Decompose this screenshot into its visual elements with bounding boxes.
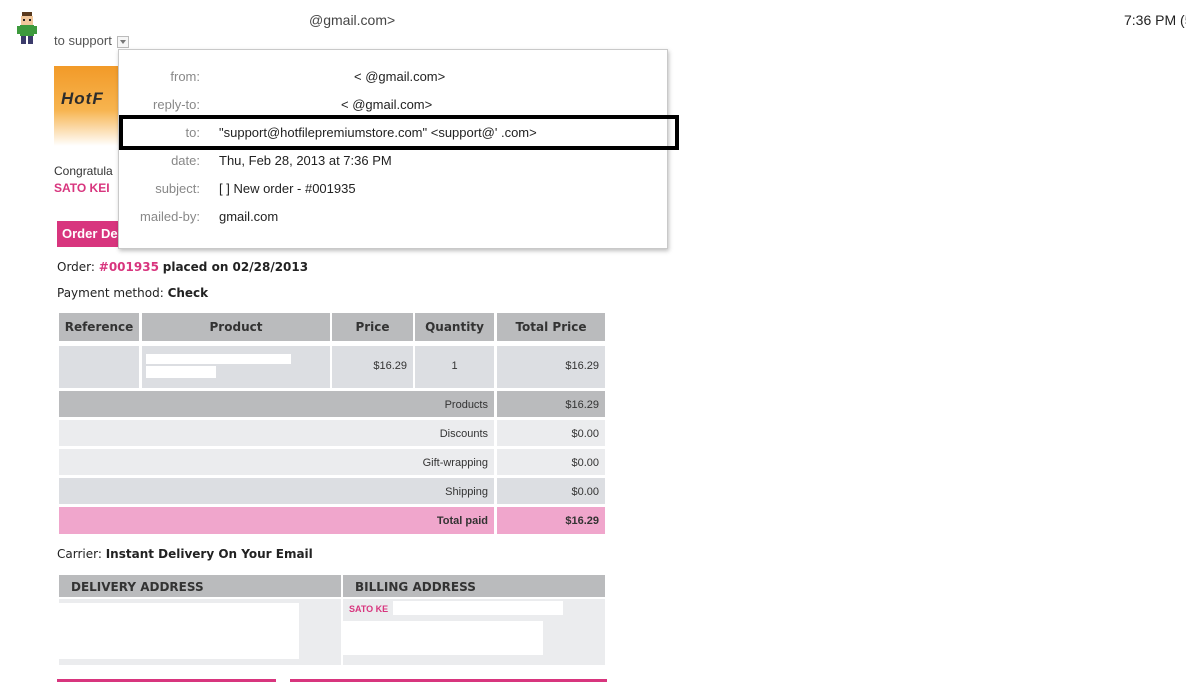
- redaction: [59, 603, 299, 659]
- detail-value: < @gmail.com>: [341, 97, 433, 112]
- payment-value: Check: [167, 286, 209, 300]
- summary-gift-wrapping-label: Gift-wrapping: [59, 449, 494, 475]
- redaction: [146, 354, 291, 364]
- redaction: [343, 621, 543, 655]
- summary-discounts-label: Discounts: [59, 420, 494, 446]
- summary-gift-wrapping-value: $0.00: [497, 449, 605, 475]
- summary-shipping-label: Shipping: [59, 478, 494, 504]
- detail-label: mailed-by:: [140, 209, 200, 224]
- summary-discounts-value: $0.00: [497, 420, 605, 446]
- item-quantity: 1: [415, 346, 494, 388]
- summary-products-label: Products: [59, 391, 494, 417]
- order-line: Order: #001935 placed on 02/28/2013: [57, 260, 308, 274]
- footer-divider: [290, 679, 607, 682]
- detail-value: < @gmail.com>: [354, 69, 446, 84]
- summary-total-paid-value: $16.29: [497, 507, 605, 534]
- detail-row-reply-to: reply-to: < @gmail.com>: [119, 97, 667, 117]
- summary-total-paid-label: Total paid: [59, 507, 494, 534]
- billing-address-header: BILLING ADDRESS: [343, 575, 605, 597]
- detail-value: [ ] New order - #001935: [219, 181, 356, 196]
- item-total: $16.29: [497, 346, 605, 388]
- highlight-box: [119, 115, 679, 150]
- order-label: Order:: [57, 260, 95, 274]
- order-placed-date: placed on 02/28/2013: [162, 260, 309, 274]
- detail-value: gmail.com: [219, 209, 279, 224]
- detail-row-mailed-by: mailed-by: gmail.com: [119, 209, 667, 229]
- detail-label: date:: [171, 153, 200, 168]
- logo-text: HotF: [61, 89, 104, 108]
- item-product: [142, 346, 330, 388]
- col-header-total-price: Total Price: [497, 313, 605, 341]
- payment-method-line: Payment method: Check: [57, 286, 208, 300]
- item-reference: [59, 346, 139, 388]
- message-time: 7:36 PM (5: [1124, 12, 1186, 28]
- col-header-reference: Reference: [59, 313, 139, 341]
- sender-email: @gmail.com>: [309, 12, 396, 28]
- col-header-price: Price: [332, 313, 413, 341]
- redaction: [146, 366, 216, 378]
- detail-label: reply-to:: [153, 97, 200, 112]
- order-details-title: Order De: [62, 226, 118, 241]
- avatar: [14, 11, 40, 45]
- detail-value: Thu, Feb 28, 2013 at 7:36 PM: [219, 153, 392, 168]
- carrier-line: Carrier: Instant Delivery On Your Email: [57, 547, 313, 561]
- delivery-address-body: [59, 599, 341, 665]
- detail-label: from:: [170, 69, 200, 84]
- detail-row-from: from: < @gmail.com>: [119, 69, 667, 89]
- col-header-product: Product: [142, 313, 330, 341]
- recipient-line[interactable]: to support: [54, 33, 129, 48]
- carrier-label: Carrier:: [57, 547, 102, 561]
- footer-divider: [57, 679, 276, 682]
- item-price: $16.29: [332, 346, 413, 388]
- payment-label: Payment method:: [57, 286, 164, 300]
- delivery-address-header: DELIVERY ADDRESS: [59, 575, 341, 597]
- customer-name: SATO KEI: [54, 181, 110, 195]
- redaction: [393, 601, 563, 615]
- recipient-text: to support: [54, 33, 112, 48]
- show-details-dropdown-icon[interactable]: [116, 35, 129, 48]
- billing-address-body: SATO KE: [343, 599, 605, 665]
- detail-label: subject:: [155, 181, 200, 196]
- detail-row-date: date: Thu, Feb 28, 2013 at 7:36 PM: [119, 153, 667, 173]
- summary-shipping-value: $0.00: [497, 478, 605, 504]
- col-header-quantity: Quantity: [415, 313, 494, 341]
- carrier-value: Instant Delivery On Your Email: [105, 547, 313, 561]
- order-number: #001935: [98, 260, 159, 274]
- summary-products-value: $16.29: [497, 391, 605, 417]
- detail-row-subject: subject: [ ] New order - #001935: [119, 181, 667, 201]
- greeting-text: Congratula: [54, 164, 113, 178]
- person-avatar-icon: [17, 12, 37, 44]
- billing-name: SATO KE: [349, 604, 389, 614]
